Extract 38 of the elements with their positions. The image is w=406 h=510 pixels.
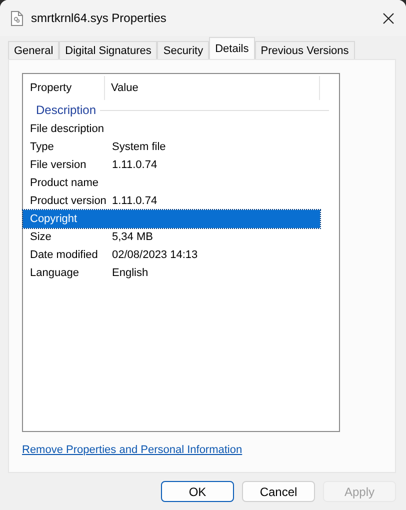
property-label: Product name [29,177,100,189]
detail-row[interactable]: Date modified 02/08/2023 14:13 [23,246,320,264]
property-value: 1.11.0.74 [112,159,158,171]
remove-properties-link[interactable]: Remove Properties and Personal Information [22,444,340,456]
detail-row[interactable]: File description [23,120,320,138]
property-value: 02/08/2023 14:13 [112,249,198,261]
property-label: File version [29,159,88,171]
property-label: Copyright [29,213,78,225]
column-header[interactable]: Property [23,76,105,100]
file-icon [11,10,23,26]
property-value: English [112,267,148,279]
column-header[interactable]: Value [105,76,320,100]
cancel-button[interactable]: Cancel [242,481,315,502]
detail-row[interactable]: Product name [23,174,320,192]
property-label: Size [29,231,52,243]
detail-row[interactable]: Size 5,34 MB [23,228,320,246]
tab[interactable]: Security [157,41,210,59]
close-icon[interactable] [383,12,394,24]
ok-button[interactable]: OK [161,481,234,502]
property-value: 5,34 MB [112,231,153,243]
window-title: smrtkrnl64.sys Properties [31,11,168,25]
property-label: Type [29,141,55,153]
detail-row[interactable]: Language English [23,264,320,282]
tab[interactable]: Digital Signatures [59,41,158,59]
property-label: Date modified [29,249,99,261]
property-value: 1.11.0.74 [112,195,158,207]
detail-row[interactable]: File version 1.11.0.74 [23,156,320,174]
group-header: Description [36,103,96,117]
property-value: System file [112,141,166,153]
detail-row[interactable]: Type System file [23,138,320,156]
detail-row[interactable]: Copyright [23,210,320,228]
property-label: Product version [29,195,108,207]
property-label: Language [29,267,80,279]
tab[interactable]: General [8,41,60,59]
tab[interactable]: Details [209,37,255,59]
detail-row[interactable]: Product version 1.11.0.74 [23,192,320,210]
tab[interactable]: Previous Versions [254,41,355,59]
property-label: File description [29,123,105,135]
